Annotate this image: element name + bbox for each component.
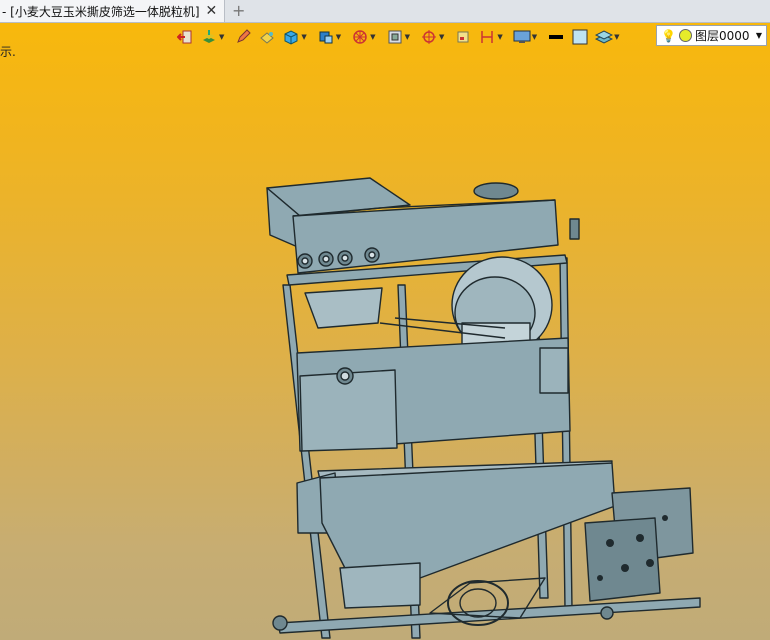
new-tab-button[interactable]: + xyxy=(232,0,245,22)
document-tab[interactable]: - [小麦大豆玉米撕皮筛选一体脱粒机] ✕ xyxy=(0,0,225,22)
tab-bar: - [小麦大豆玉米撕皮筛选一体脱粒机] ✕ + xyxy=(0,0,770,23)
thresher-model[interactable] xyxy=(0,23,770,640)
3d-viewport[interactable]: 示. ▼ ▼ ▼ ▼ ▼ ▼ ▼ ▼ ▼ 💡 图层0000 ▼ xyxy=(0,23,770,640)
tab-title: - [小麦大豆玉米撕皮筛选一体脱粒机] xyxy=(2,4,200,19)
close-icon[interactable]: ✕ xyxy=(206,3,218,19)
